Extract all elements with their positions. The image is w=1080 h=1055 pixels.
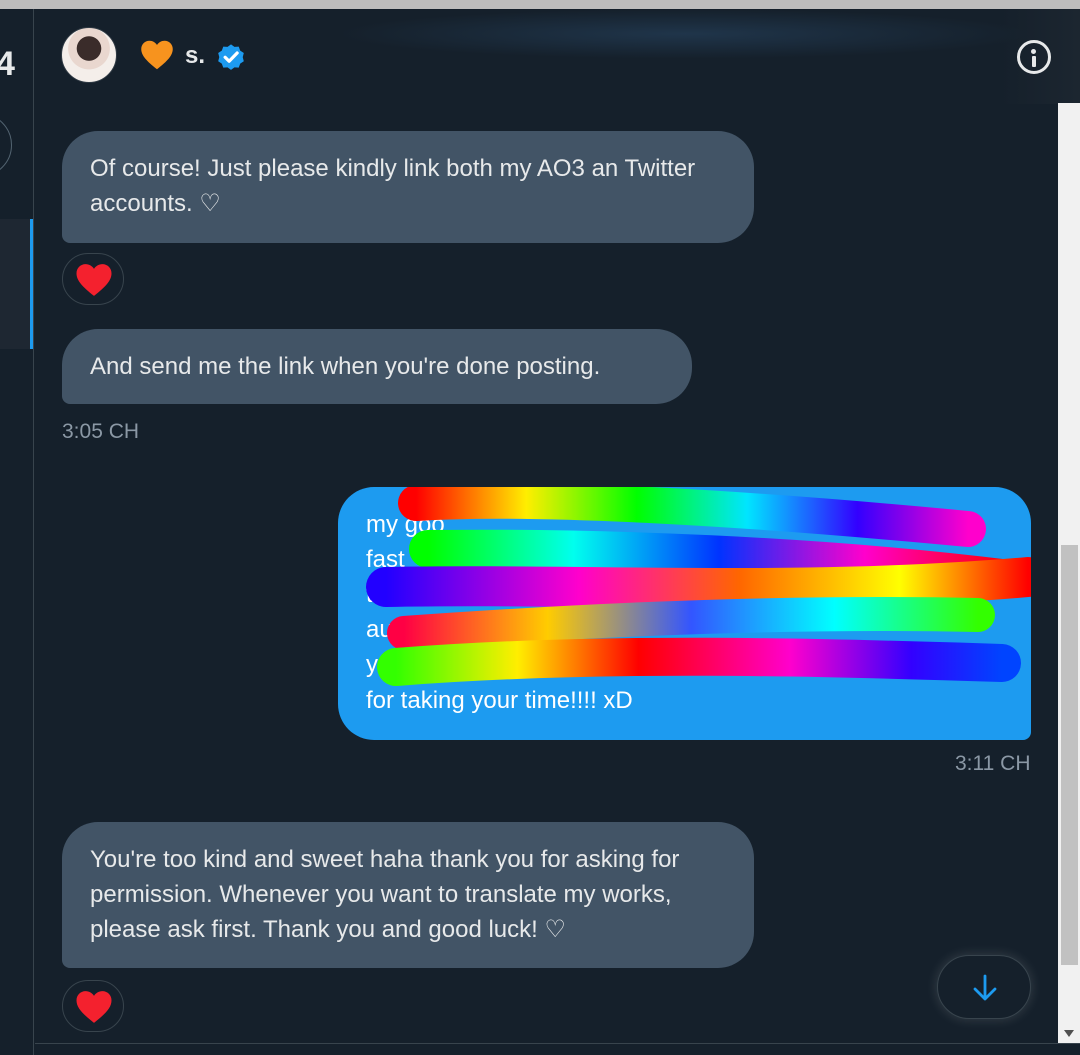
rail-partial-glyph: 4 [0,45,15,83]
message-text: Of course! Just please kindly link both … [90,155,696,217]
rail-selected-conversation[interactable] [0,219,33,349]
window-top-strip [0,0,1080,9]
scrollbar-thumb[interactable] [1061,545,1078,965]
reaction-badge[interactable] [62,980,124,1032]
vertical-scrollbar[interactable] [1058,103,1080,1043]
message-timestamp: 3:11 CH [955,752,1031,775]
reaction-badge[interactable] [62,253,124,305]
message-received[interactable]: You're too kind and sweet haha thank you… [62,822,754,968]
scroll-down-arrow-icon[interactable] [1064,1030,1074,1037]
conversation-header: s. [35,9,1080,104]
rainbow-redaction-scribble [366,487,1031,686]
composer-edge [35,1043,1080,1055]
avatar[interactable] [61,27,117,83]
message-text: You're too kind and sweet haha thank you… [90,846,680,943]
conversation-list-rail: 4 [0,9,34,1055]
message-timestamp: 3:05 CH [62,420,140,443]
message-received[interactable]: And send me the link when you're done po… [62,329,692,404]
message-received[interactable]: Of course! Just please kindly link both … [62,131,754,243]
orange-heart-icon [141,40,173,70]
message-sent[interactable]: my goo fast t au y for taking your time!… [338,487,1031,740]
arrow-down-icon [973,974,997,1001]
info-icon[interactable] [1017,40,1051,74]
scroll-to-bottom-button[interactable] [937,955,1031,1019]
contact-name[interactable]: s. [185,42,205,70]
red-heart-icon [76,264,112,296]
red-heart-icon [76,991,112,1023]
message-text: And send me the link when you're done po… [90,353,601,380]
rail-search-circle[interactable] [0,113,12,177]
verified-badge-icon [218,44,244,70]
